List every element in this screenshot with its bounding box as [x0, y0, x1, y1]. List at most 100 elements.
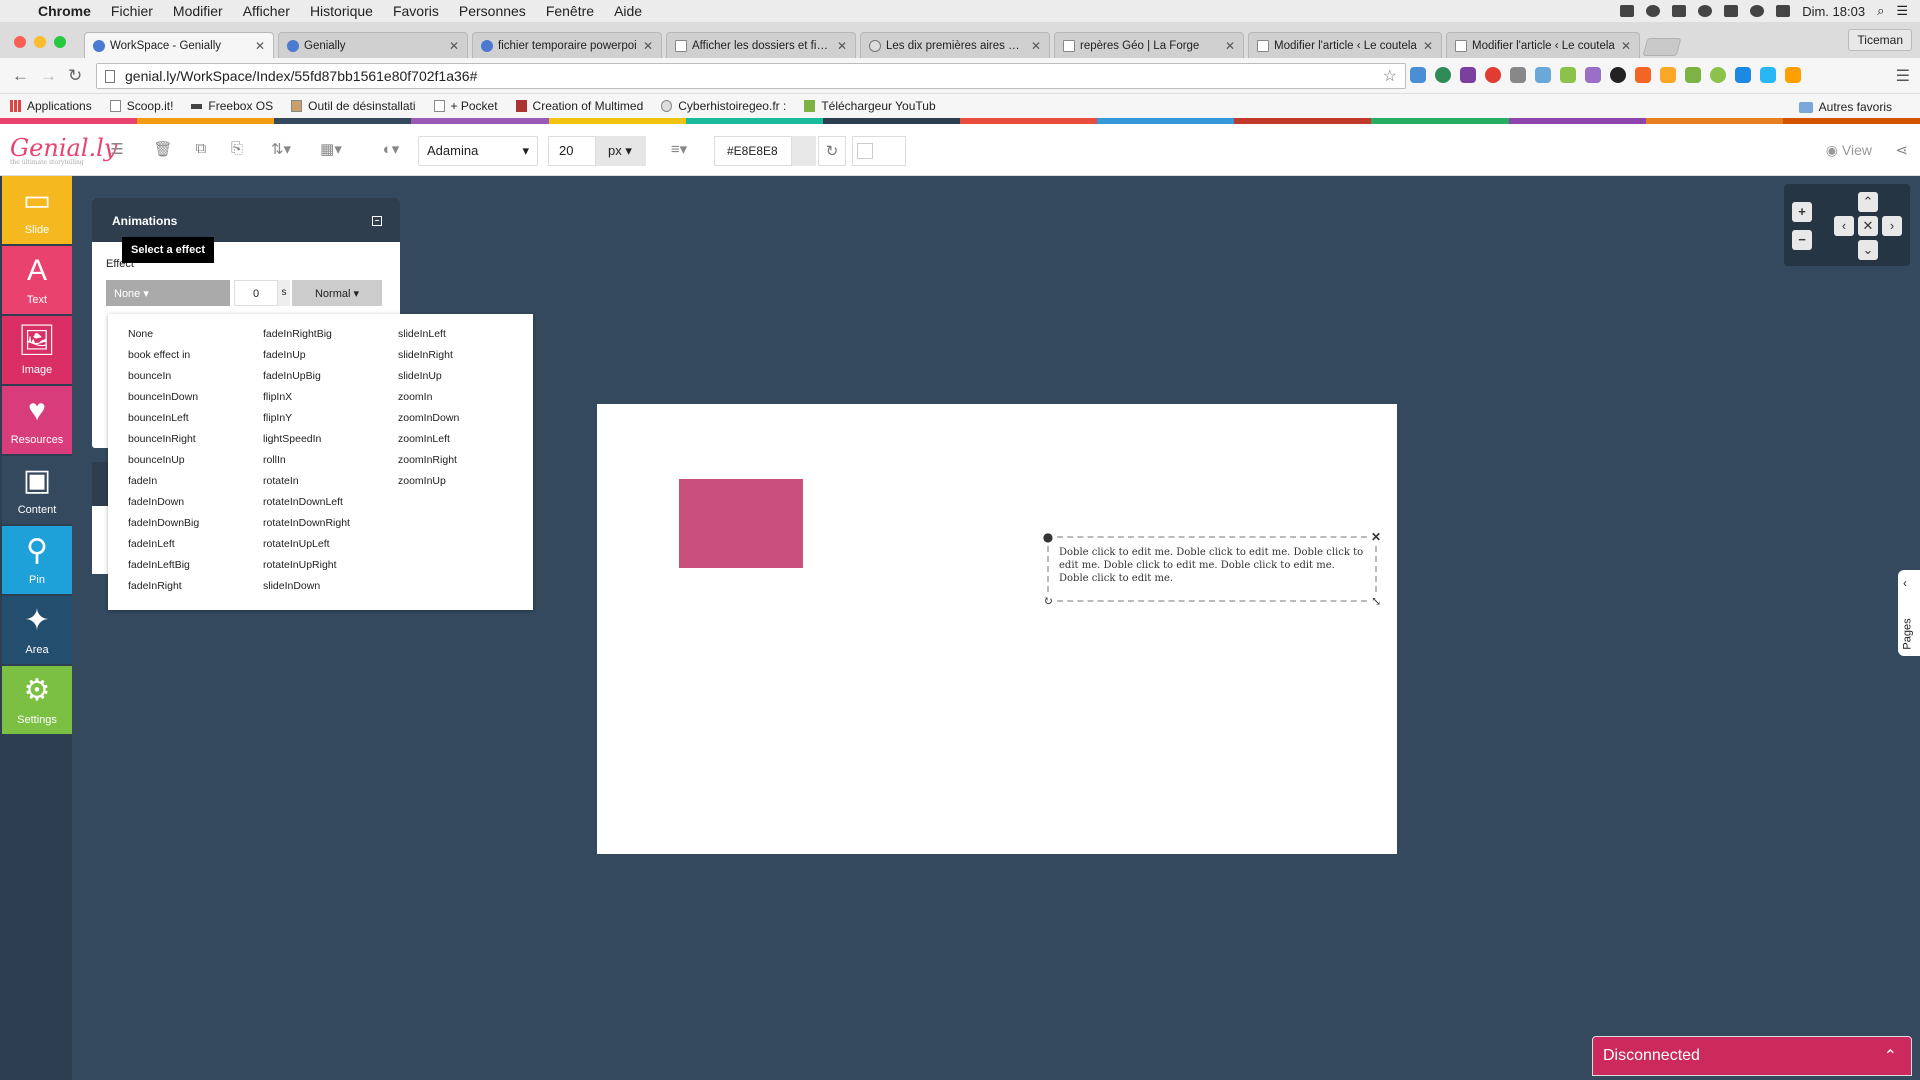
close-tab-icon[interactable]: ✕ — [1031, 39, 1041, 53]
effect-option[interactable]: rotateInUpRight — [263, 555, 398, 576]
extension-icon[interactable] — [1760, 67, 1776, 83]
effect-option[interactable]: flipInY — [263, 408, 398, 429]
bookmark-other[interactable]: Autres favoris — [1798, 100, 1892, 114]
menu-chrome[interactable]: Chrome — [38, 3, 91, 19]
effect-option[interactable]: fadeInLeftBig — [128, 555, 263, 576]
sidebar-item-resources[interactable]: ♥ Resources — [2, 386, 72, 454]
browser-tab[interactable]: Afficher les dossiers et fichi ✕ — [666, 32, 856, 58]
menu-aide[interactable]: Aide — [614, 3, 642, 19]
rotate-handle-icon[interactable]: ↻ — [1042, 595, 1054, 607]
effect-option[interactable]: flipInX — [263, 387, 398, 408]
bookmark-applications[interactable]: Applications — [10, 99, 92, 113]
wifi-icon[interactable] — [1750, 5, 1765, 17]
browser-tab[interactable]: WorkSpace - Genially ✕ — [84, 32, 274, 58]
reload-icon[interactable]: ↻ — [68, 66, 82, 86]
bookmark-star-icon[interactable]: ☆ — [1383, 66, 1397, 86]
close-tab-icon[interactable]: ✕ — [255, 39, 265, 53]
delete-element-icon[interactable]: ✕ — [1370, 531, 1382, 543]
paste-icon[interactable]: ⎘ — [226, 140, 248, 158]
reset-view-icon[interactable]: ✕ — [1858, 216, 1878, 236]
effect-option[interactable]: slideInLeft — [398, 324, 533, 345]
effect-option[interactable]: zoomIn — [398, 387, 533, 408]
effect-option[interactable]: fadeIn — [128, 471, 263, 492]
bookmark-cyberhistoiregeo[interactable]: Cyberhistoiregeo.fr : — [661, 99, 786, 113]
close-tab-icon[interactable]: ✕ — [643, 39, 653, 53]
sidebar-item-content[interactable]: ▣ Content — [2, 456, 72, 524]
effect-option[interactable]: rotateIn — [263, 471, 398, 492]
pan-down-icon[interactable]: ⌄ — [1858, 240, 1878, 260]
sidebar-item-text[interactable]: A Text — [2, 246, 72, 314]
zoom-out-icon[interactable]: − — [1792, 230, 1812, 250]
forward-arrow-icon[interactable]: → — [40, 66, 57, 86]
bookmark-freebox[interactable]: Freebox OS — [191, 99, 273, 113]
browser-tab[interactable]: Genially ✕ — [278, 32, 468, 58]
onenote-icon[interactable] — [1460, 67, 1476, 83]
menu-modifier[interactable]: Modifier — [173, 3, 223, 19]
effect-option[interactable]: bounceInLeft — [128, 408, 263, 429]
view-button[interactable]: ◉ View — [1826, 142, 1872, 159]
extension-icon[interactable] — [1660, 67, 1676, 83]
copy-icon[interactable]: ⧉ — [190, 140, 212, 158]
close-tab-icon[interactable]: ✕ — [449, 39, 459, 53]
reset-color-icon[interactable]: ↻ — [818, 136, 846, 166]
bookmark-scoopit[interactable]: Scoop.it! — [109, 99, 173, 113]
menu-fichier[interactable]: Fichier — [111, 3, 153, 19]
pages-panel-tab[interactable]: ‹ Pages — [1898, 570, 1920, 656]
notification-center-icon[interactable]: ☰ — [1896, 3, 1908, 19]
address-bar[interactable]: genial.ly/WorkSpace/Index/55fd87bb1561e8… — [96, 63, 1406, 89]
effect-option[interactable]: zoomInUp — [398, 471, 533, 492]
new-tab-button[interactable] — [1642, 38, 1682, 56]
effect-option[interactable]: rotateInUpLeft — [263, 534, 398, 555]
pan-right-icon[interactable]: › — [1882, 216, 1902, 236]
pan-up-icon[interactable]: ⌃ — [1858, 192, 1878, 212]
browser-tab[interactable]: Modifier l'article ‹ Le coutela ✕ — [1446, 32, 1640, 58]
extension-icon[interactable] — [1410, 67, 1426, 83]
font-unit-select[interactable]: px ▾ — [596, 136, 646, 166]
color-swatch[interactable] — [792, 136, 816, 166]
shape-rectangle[interactable] — [679, 479, 803, 568]
chrome-menu-icon[interactable]: ☰ — [1896, 66, 1910, 86]
effect-option[interactable]: bounceInRight — [128, 429, 263, 450]
effect-option[interactable]: rollIn — [263, 450, 398, 471]
bookmark-multimedia[interactable]: Creation of Multimed — [515, 99, 643, 113]
clock[interactable]: Dim. 18:03 — [1802, 4, 1865, 19]
extension-icon[interactable] — [1685, 67, 1701, 83]
spotlight-icon[interactable]: ⌕ — [1877, 3, 1884, 19]
opacity-icon[interactable]: ◐▾ — [376, 140, 406, 158]
close-tab-icon[interactable]: ✕ — [1423, 39, 1433, 53]
effect-option[interactable]: zoomInRight — [398, 450, 533, 471]
airplay-icon[interactable] — [1724, 5, 1739, 17]
extension-icon[interactable] — [1710, 67, 1726, 83]
volume-icon[interactable] — [1776, 5, 1791, 17]
pan-left-icon[interactable]: ‹ — [1834, 216, 1854, 236]
effect-option[interactable]: rotateInDownLeft — [263, 492, 398, 513]
effect-option[interactable]: fadeInUpBig — [263, 366, 398, 387]
effect-select[interactable]: None ▾ — [106, 280, 230, 306]
effect-option[interactable]: zoomInLeft — [398, 429, 533, 450]
back-arrow-icon[interactable]: ← — [12, 66, 29, 86]
adobe-icon[interactable] — [1620, 5, 1635, 17]
font-family-select[interactable]: Adamina ▾ — [418, 136, 538, 166]
sidebar-item-image[interactable]: 🖼 Image — [2, 316, 72, 384]
camera-icon[interactable] — [1535, 67, 1551, 83]
bookmark-pocket[interactable]: + Pocket — [433, 99, 498, 113]
effect-option[interactable]: bounceInDown — [128, 387, 263, 408]
effect-option[interactable]: slideInDown — [263, 576, 398, 597]
effect-option[interactable]: zoomInDown — [398, 408, 533, 429]
dropbox-icon[interactable] — [1672, 5, 1687, 17]
effect-option[interactable]: bounceIn — [128, 366, 263, 387]
extension-icon[interactable] — [1785, 67, 1801, 83]
text-box[interactable]: Doble click to edit me. Doble click to e… — [1042, 531, 1382, 607]
connection-status-banner[interactable]: Disconnected ⌃ — [1592, 1036, 1912, 1076]
close-tab-icon[interactable]: ✕ — [1225, 39, 1235, 53]
browser-tab[interactable]: repères Géo | La Forge ✕ — [1054, 32, 1244, 58]
effect-option[interactable]: slideInRight — [398, 345, 533, 366]
close-window-button[interactable] — [14, 36, 26, 48]
extension-icon[interactable] — [1635, 67, 1651, 83]
effect-option[interactable]: fadeInUp — [263, 345, 398, 366]
chevron-up-icon[interactable]: ⌃ — [1884, 1046, 1897, 1066]
share-icon[interactable]: ⋖ — [1895, 141, 1908, 159]
menu-personnes[interactable]: Personnes — [459, 3, 526, 19]
zoom-in-icon[interactable]: + — [1792, 202, 1812, 222]
extension-icon[interactable] — [1510, 67, 1526, 83]
